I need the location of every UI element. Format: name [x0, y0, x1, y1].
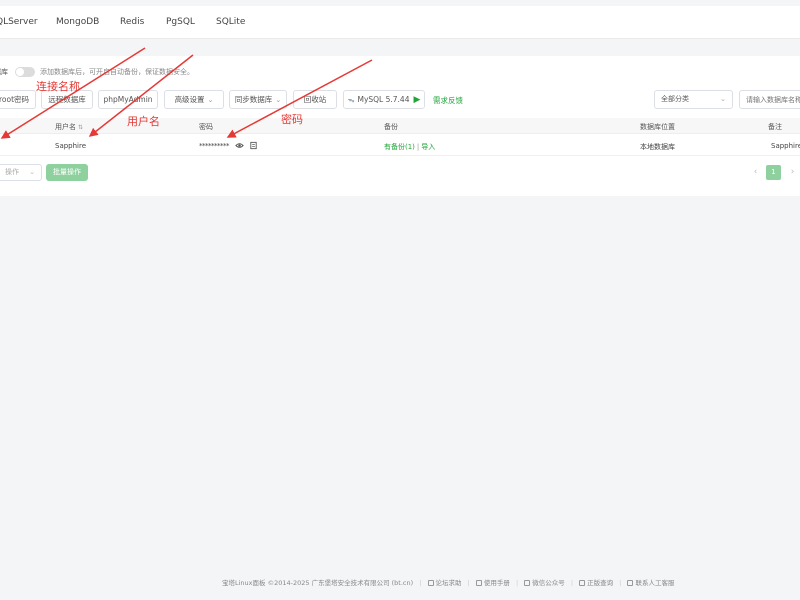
phpmyadmin-button[interactable]: phpMyAdmin	[98, 90, 158, 109]
tab-sqlserver[interactable]: QLServer	[0, 17, 38, 27]
footer-link-manual-label: 使用手册	[483, 579, 510, 587]
sync-db-button[interactable]: 同步数据库 ⌄	[229, 90, 287, 109]
eye-icon[interactable]	[235, 141, 244, 150]
pager-prev-button[interactable]: ‹	[748, 165, 763, 180]
phpmyadmin-label: phpMyAdmin	[103, 95, 153, 104]
chevron-down-icon: ⌄	[207, 96, 214, 104]
row-location: 本地数据库	[640, 143, 675, 151]
row-username: Sapphire	[55, 142, 87, 150]
mysql-icon: ᯓ	[347, 96, 355, 104]
advanced-settings-button[interactable]: 高级设置 ⌄	[164, 90, 224, 109]
chevron-down-icon: ⌄	[275, 96, 282, 104]
col-location: 数据库位置	[640, 123, 675, 131]
batch-select-value: 操作	[5, 168, 19, 176]
chevron-down-icon: ⌄	[720, 95, 726, 103]
license-icon	[579, 580, 586, 586]
footer-separator: |	[467, 579, 470, 587]
database-search-input[interactable]	[739, 90, 800, 109]
footer: 宝塔Linux面板 ©2014-2025 广东堡塔安全技术有限公司 (bt.cn…	[222, 577, 674, 587]
database-panel: 据库 添加数据库后，可开启自动备份，保证数据安全。 root密码 远程数据库 p…	[0, 56, 800, 196]
footer-separator: |	[619, 579, 622, 587]
tab-mongodb[interactable]: MongoDB	[56, 17, 99, 27]
footer-link-wechat[interactable]: 微信公众号	[524, 579, 565, 587]
table-header: 用户名 ⇅ 密码 备份 数据库位置 备注	[0, 118, 800, 134]
footer-separator: |	[570, 579, 574, 587]
category-select[interactable]: 全部分类 ⌄	[654, 90, 733, 109]
col-username[interactable]: 用户名 ⇅	[55, 122, 83, 132]
auto-backup-row: 据库 添加数据库后，可开启自动备份，保证数据安全。	[0, 66, 260, 78]
row-note[interactable]: Sapphire	[771, 142, 800, 150]
help-icon	[427, 580, 434, 586]
batch-select[interactable]: 操作 ⌄	[0, 164, 42, 181]
footer-link-license[interactable]: 正版查询	[579, 579, 613, 587]
recycle-bin-label: 回收站	[303, 95, 327, 104]
wechat-icon	[524, 580, 531, 586]
footer-link-support-label: 联系人工客服	[635, 579, 675, 587]
col-username-label: 用户名	[55, 123, 76, 131]
import-link[interactable]: 导入	[421, 143, 435, 151]
table-row: Sapphire ********** 有备份(1) | 导入 本地数据库 Sapp…	[0, 136, 800, 156]
play-icon: ▶	[413, 95, 421, 105]
auto-backup-label: 据库	[0, 68, 8, 76]
footer-link-support[interactable]: 联系人工客服	[627, 579, 674, 587]
footer-separator: |	[419, 579, 422, 587]
root-password-label: root密码	[0, 95, 30, 104]
pager-current-page[interactable]: 1	[766, 165, 781, 180]
backup-link[interactable]: 有备份(1)	[384, 143, 415, 151]
tab-pgsql[interactable]: PgSQL	[166, 17, 195, 27]
row-backup-cell: 有备份(1) | 导入	[384, 142, 435, 152]
mysql-version-label: MySQL 5.7.44	[357, 95, 410, 104]
footer-separator: |	[515, 579, 519, 587]
footer-copyright: 宝塔Linux面板 ©2014-2025 广东堡塔安全技术有限公司 (bt.cn…	[222, 579, 414, 587]
col-backup: 备份	[384, 123, 398, 131]
recycle-bin-button[interactable]: 回收站	[293, 90, 337, 109]
support-icon	[627, 580, 634, 586]
annotation-connection-name: 连接名称	[36, 80, 80, 93]
backup-separator: |	[416, 143, 420, 151]
tab-sqlite[interactable]: SQLite	[216, 17, 245, 27]
database-type-tabs: QLServer MongoDB Redis PgSQL SQLite	[0, 6, 800, 39]
col-note: 备注	[768, 123, 782, 131]
sort-icon: ⇅	[78, 124, 84, 131]
root-password-button[interactable]: root密码	[0, 90, 36, 109]
pager-next-button[interactable]: ›	[785, 165, 800, 180]
auto-backup-hint: 添加数据库后，可开启自动备份，保证数据安全。	[40, 68, 194, 76]
switch-knob	[16, 68, 24, 76]
annotation-password: 密码	[281, 113, 303, 126]
feedback-link[interactable]: 需求反馈	[433, 95, 463, 106]
col-password: 密码	[199, 123, 213, 131]
book-icon	[475, 580, 482, 586]
row-password: **********	[199, 142, 230, 150]
footer-link-wechat-label: 微信公众号	[532, 579, 565, 587]
footer-link-manual[interactable]: 使用手册	[475, 579, 510, 587]
mysql-version-button[interactable]: ᯓ MySQL 5.7.44 ▶	[343, 90, 425, 109]
annotation-username: 用户名	[127, 115, 160, 128]
footer-link-license-label: 正版查询	[587, 579, 614, 587]
auto-backup-switch[interactable]	[15, 67, 35, 77]
advanced-settings-label: 高级设置	[174, 95, 205, 104]
chevron-down-icon: ⌄	[29, 168, 35, 176]
footer-link-forum[interactable]: 论坛求助	[427, 579, 462, 587]
remote-db-label: 远程数据库	[48, 95, 86, 104]
sync-db-label: 同步数据库	[234, 95, 273, 104]
category-value: 全部分类	[661, 95, 689, 103]
footer-link-forum-label: 论坛求助	[435, 579, 462, 587]
tab-redis[interactable]: Redis	[120, 17, 144, 27]
copy-icon[interactable]	[249, 141, 258, 150]
batch-operation-button[interactable]: 批量操作	[46, 164, 88, 181]
